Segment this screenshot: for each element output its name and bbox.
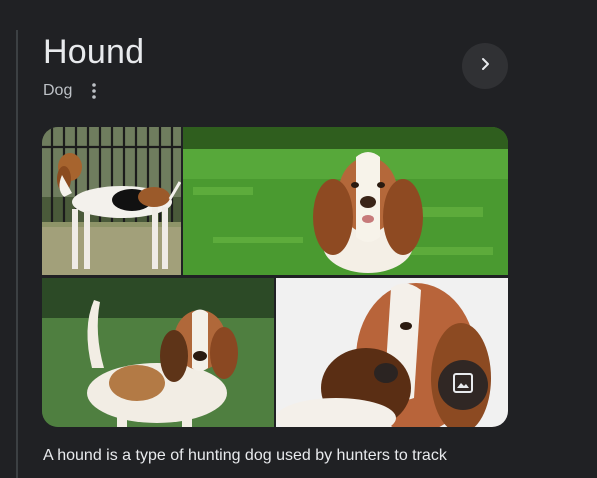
knowledge-panel: Hound Dog A hound is a type of hunting d… bbox=[0, 0, 597, 478]
subtitle-row: Dog bbox=[43, 80, 106, 102]
gallery-image-basset-grass[interactable] bbox=[183, 127, 508, 275]
entity-description: A hound is a type of hunting dog used by… bbox=[43, 447, 447, 464]
chevron-right-icon bbox=[478, 57, 492, 76]
entity-subtitle: Dog bbox=[43, 82, 73, 99]
next-button[interactable] bbox=[462, 43, 508, 89]
divider bbox=[16, 30, 18, 478]
gallery-image-basset-standing[interactable] bbox=[42, 278, 274, 427]
image-icon bbox=[452, 372, 474, 399]
more-vert-icon[interactable] bbox=[82, 80, 106, 102]
gallery-image-hound-fence[interactable] bbox=[42, 127, 181, 275]
entity-title: Hound bbox=[43, 33, 145, 71]
more-images-button[interactable] bbox=[438, 360, 488, 410]
